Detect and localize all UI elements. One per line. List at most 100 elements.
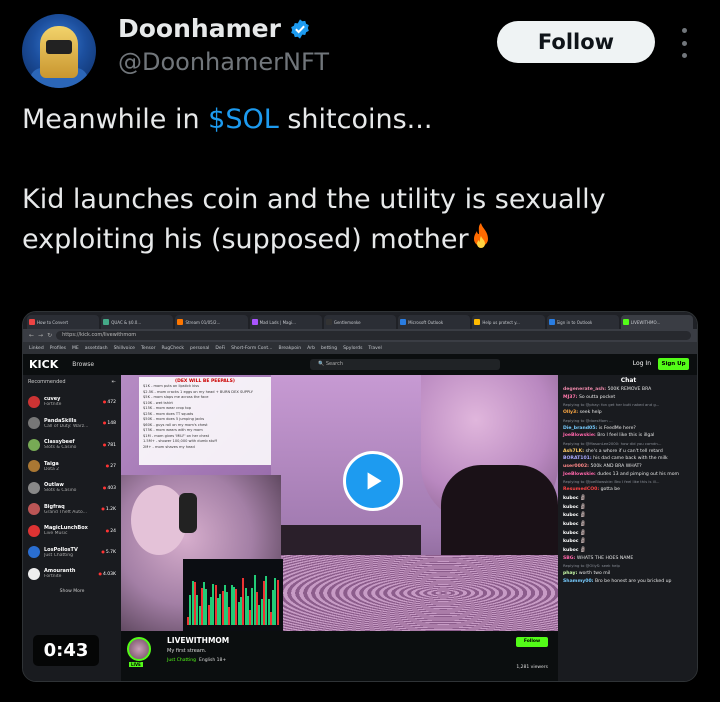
chat-text: 500k AND BRA WHAT? <box>590 464 642 470</box>
more-options-icon[interactable] <box>678 28 690 58</box>
tab-title: Help us protect y... <box>482 319 520 325</box>
chat-message: kuboc 🗿 <box>563 495 694 502</box>
chat-text: WHATS THE HOES NAME <box>576 555 634 561</box>
bookmark-item: Profiles <box>49 345 67 351</box>
chat-text: dudes 13 and pimping out his mom <box>597 471 680 477</box>
text-segment: exploiting his (supposed) mother <box>22 224 469 255</box>
channel-viewers: 781 <box>103 442 116 448</box>
play-icon <box>367 472 382 490</box>
chat-message: Die_brand05: is FeedMe here? <box>563 426 694 432</box>
stream-title: My first stream. <box>167 648 207 654</box>
channel-category: Dota 2 <box>44 466 60 472</box>
author-handle[interactable]: @DoonhamerNFT <box>118 48 329 76</box>
chat-message: kuboc 🗿 <box>563 547 694 554</box>
chat-message: SBG: WHATS THE HOES NAME <box>563 556 694 562</box>
play-button[interactable] <box>343 451 403 511</box>
channel-list: cuveyFortnite 472 PandaSkillsCall of Duty:… <box>28 391 116 585</box>
channel-text: cuvey Fortnite <box>44 396 99 407</box>
browser-tab: Microsoft Outlook <box>398 315 471 329</box>
bookmark-item: Shillvoice <box>113 345 135 351</box>
chat-username: kuboc <box>563 513 579 519</box>
chat-reply-context: Replying to @JoeBlowskie: Bro I feel lik… <box>563 479 660 485</box>
streamer-name: LIVEWITHMOM <box>167 636 230 645</box>
bookmark-item: Travel <box>368 345 382 351</box>
tab-favicon-icon <box>325 319 332 325</box>
browser-address-bar: ← → ↻ https://kick.com/livewithmom <box>23 329 697 342</box>
channel-text: Bigfraq Grand Theft Auto... <box>44 504 97 515</box>
streamer-avatar <box>127 637 151 661</box>
channel-category: Call of Duty: Warz... <box>44 423 89 429</box>
chat-reply-context: Replying to @doesMom ... <box>563 417 613 423</box>
chat-message: kuboc 🗿 <box>563 538 694 545</box>
text-segment: shitcoins... <box>278 104 433 135</box>
chat-message: phay: worth two mil <box>563 571 694 577</box>
bookmark-item: Spylords <box>343 345 363 351</box>
tab-title: Gentlemonke <box>333 319 361 325</box>
chat-text: So outta pocket <box>578 394 616 400</box>
bookmark-item: Breakpoin <box>278 345 302 351</box>
chat-username: BORAT101: <box>563 456 592 462</box>
channel-text: Amouranth Fortnite <box>44 568 95 579</box>
chat-message: Replying to @MasonLee2000: how did you c… <box>563 441 694 447</box>
bookmark-item: RugCheck <box>161 345 184 351</box>
channel-viewers: 403 <box>103 485 116 491</box>
channel-avatar <box>28 481 40 494</box>
tweet-line-3: exploiting his (supposed) mother <box>22 220 702 260</box>
chat-username: Olly3: <box>563 410 579 416</box>
channel-text: Outlaw Slots & Casino <box>44 482 99 493</box>
chat-emote-icon: 🗿 <box>579 547 587 554</box>
channel-text: Classybeef Slots & Casino <box>44 439 99 450</box>
display-name[interactable]: Doonhamer <box>118 14 281 43</box>
channel-avatar <box>28 546 40 559</box>
tab-favicon-icon <box>251 319 258 325</box>
video-duration: 0:43 <box>33 635 99 666</box>
channel-category: Fortnite <box>44 574 62 580</box>
follow-button[interactable]: Follow <box>497 21 655 63</box>
browser-tab: LIVEWITHMO... <box>620 315 693 329</box>
viewer-count: 1,281 viewers <box>516 665 548 670</box>
channel-category: Just Chatting <box>44 552 73 558</box>
chat-emote-icon: 🗿 <box>579 503 587 510</box>
channel-viewers: 472 <box>103 399 116 405</box>
tab-favicon-icon <box>622 319 629 325</box>
chat-text: worth two mil <box>578 571 611 577</box>
bookmarks-bar: Linked Profiles ME assetdash Shillvoice Tenso… <box>23 342 697 354</box>
channel-avatar <box>28 524 40 537</box>
tab-title: QUAC & $0.0... <box>111 319 142 325</box>
cashtag-link[interactable]: $SOL <box>208 104 279 135</box>
kick-signup: Sign Up <box>658 358 689 370</box>
bookmark-item: personal <box>189 345 210 351</box>
channel-category: Fortnite <box>44 402 62 408</box>
author-avatar[interactable] <box>22 14 96 88</box>
channel-category: Slots & Casino <box>44 488 77 494</box>
chat-title: Chat <box>620 377 637 384</box>
tab-favicon-icon <box>474 319 481 325</box>
chat-username: degenerate_ash: <box>563 387 607 392</box>
chat-username: Die_brand05: <box>563 425 598 431</box>
channel-row: PandaSkillsCall of Duty: Warz... 148 <box>28 413 116 435</box>
bookmark-item: Tensor <box>140 345 156 351</box>
chat-message: Replying to @OllyS: seek help <box>563 563 694 569</box>
chat-message: Replying to @JoeBlowskie: Bro I feel lik… <box>563 479 694 485</box>
stock-bar <box>276 580 279 625</box>
chat-username: Ash7LK: <box>563 448 585 454</box>
chat-message: user0002: 500k AND BRA WHAT? <box>563 464 694 470</box>
browser-tab: Sign in to Outlook <box>546 315 619 329</box>
chat-username: kuboc <box>563 530 579 536</box>
chat-message: ResumedCO0: gotta be <box>563 487 694 493</box>
channel-row: LosPollosTVJust Chatting 5.7K <box>28 542 116 564</box>
channel-category: Slots & Casino <box>44 445 77 451</box>
kick-search-text: Search <box>325 361 344 367</box>
channel-avatar <box>28 567 40 580</box>
author-name[interactable]: Doonhamer <box>118 14 311 43</box>
kick-chat: Chat degenerate_ash: 500K REMOVE BRA MJ37… <box>558 375 697 681</box>
chat-text: she's a whore if u can't tell retard <box>585 448 663 454</box>
chat-username: ResumedCO0: <box>563 487 600 493</box>
video-media[interactable]: How to Convert QUAC & $0.0... Stream 01/05… <box>22 311 698 682</box>
chat-username: kuboc <box>563 495 579 501</box>
bookmark-item: Short-Form Cont... <box>231 345 273 351</box>
chat-message: Replying to @doesMom ... <box>563 418 694 424</box>
channel-avatar <box>28 395 40 408</box>
chat-username: kuboc <box>563 539 579 545</box>
channel-viewers: 1.2K <box>101 506 116 512</box>
